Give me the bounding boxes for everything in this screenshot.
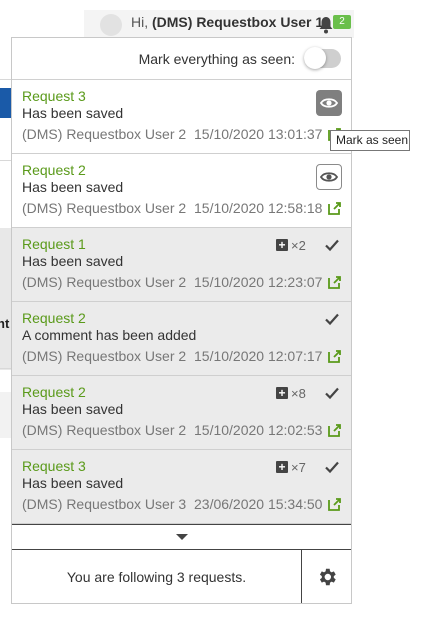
mark-as-seen-tooltip: Mark as seen (330, 130, 410, 151)
footer-divider (301, 550, 302, 603)
request-link[interactable]: Request 2 (22, 310, 86, 326)
request-link[interactable]: Request 1 (22, 236, 86, 252)
request-link[interactable]: Request 2 (22, 384, 86, 400)
caret-down-icon (176, 534, 188, 540)
mark-all-row: Mark everything as seen: (12, 38, 351, 80)
user-greeting[interactable]: Hi, (DMS) Requestbox User 1 (131, 14, 323, 30)
notification-item[interactable]: Request 2 Has been saved (DMS) Requestbox … (12, 376, 351, 450)
notification-item[interactable]: Request 1 Has been saved (DMS) Requestbox … (12, 228, 351, 302)
notification-count-badge: 2 (333, 15, 351, 29)
notification-item[interactable]: Request 3 Has been saved (DMS) Requestbox … (12, 80, 351, 154)
notification-item[interactable]: Request 2A comment has been added (DMS) R… (12, 302, 351, 376)
mark-as-seen-button[interactable] (316, 164, 342, 190)
request-link[interactable]: Request 2 (22, 162, 86, 178)
notification-timestamp: 15/10/2020 12:07:17 (194, 348, 323, 364)
external-link-icon[interactable] (327, 201, 342, 216)
mark-as-seen-button[interactable] (316, 90, 342, 116)
toggle-knob (304, 47, 326, 69)
check-icon (324, 311, 340, 327)
plus-square-icon: + (276, 239, 288, 251)
notification-timestamp: 15/10/2020 12:23:07 (194, 274, 323, 290)
notifications-dropdown: Mark everything as seen: Request 3 Has be… (11, 37, 352, 604)
notification-message: A comment has been added (22, 327, 197, 343)
eye-icon (320, 171, 338, 183)
request-link[interactable]: Request 3 (22, 458, 86, 474)
mark-all-label: Mark everything as seen: (138, 51, 295, 67)
external-link-icon[interactable] (327, 423, 342, 438)
grouped-count-text: ×7 (291, 459, 306, 475)
greeting-prefix: Hi, (131, 14, 152, 30)
external-link-icon[interactable] (327, 275, 342, 290)
avatar[interactable] (100, 14, 122, 36)
plus-square-icon: + (276, 461, 288, 473)
notification-timestamp: 15/10/2020 12:02:53 (194, 422, 323, 438)
notification-author: (DMS) Requestbox User 3 (22, 496, 187, 512)
external-link-icon[interactable] (327, 349, 342, 364)
grouped-count[interactable]: + ×7 (276, 459, 306, 475)
notification-message: Has been saved (22, 401, 124, 417)
check-icon (324, 237, 340, 253)
grouped-count-text: ×8 (291, 385, 306, 401)
grouped-count[interactable]: + ×2 (276, 237, 306, 253)
external-link-icon[interactable] (327, 497, 342, 512)
notification-timestamp: 15/10/2020 13:01:37 (194, 126, 323, 142)
notification-message: Has been saved (22, 475, 124, 491)
notification-message: Has been saved (22, 105, 124, 121)
notification-author: (DMS) Requestbox User 2 (22, 274, 187, 290)
user-name: (DMS) Requestbox User 1 (152, 14, 324, 30)
notification-timestamp: 15/10/2020 12:58:18 (194, 200, 323, 216)
grouped-count-text: ×2 (291, 237, 306, 253)
check-icon (324, 459, 340, 475)
notification-author: (DMS) Requestbox User 2 (22, 422, 187, 438)
mark-all-toggle[interactable] (304, 47, 341, 69)
notification-author: (DMS) Requestbox User 2 (22, 126, 187, 142)
notification-author: (DMS) Requestbox User 2 (22, 200, 187, 216)
notification-item[interactable]: Request 3 Has been saved (DMS) Requestbox … (12, 450, 351, 524)
plus-square-icon: + (276, 387, 288, 399)
panel-footer: You are following 3 requests. (12, 550, 351, 603)
notification-item[interactable]: Request 2 Has been saved (DMS) Requestbox … (12, 154, 351, 228)
notification-message: Has been saved (22, 253, 124, 269)
notification-author: (DMS) Requestbox User 2 (22, 348, 187, 364)
notification-message: Has been saved (22, 179, 124, 195)
following-summary: You are following 3 requests. (66, 568, 247, 585)
bell-icon[interactable] (318, 16, 334, 34)
show-more-button[interactable] (12, 524, 351, 550)
check-icon (324, 385, 340, 401)
grouped-count[interactable]: + ×8 (276, 385, 306, 401)
gear-icon[interactable] (316, 566, 338, 588)
request-link[interactable]: Request 3 (22, 88, 86, 104)
eye-icon (320, 97, 338, 109)
notification-timestamp: 23/06/2020 15:34:50 (194, 496, 323, 512)
